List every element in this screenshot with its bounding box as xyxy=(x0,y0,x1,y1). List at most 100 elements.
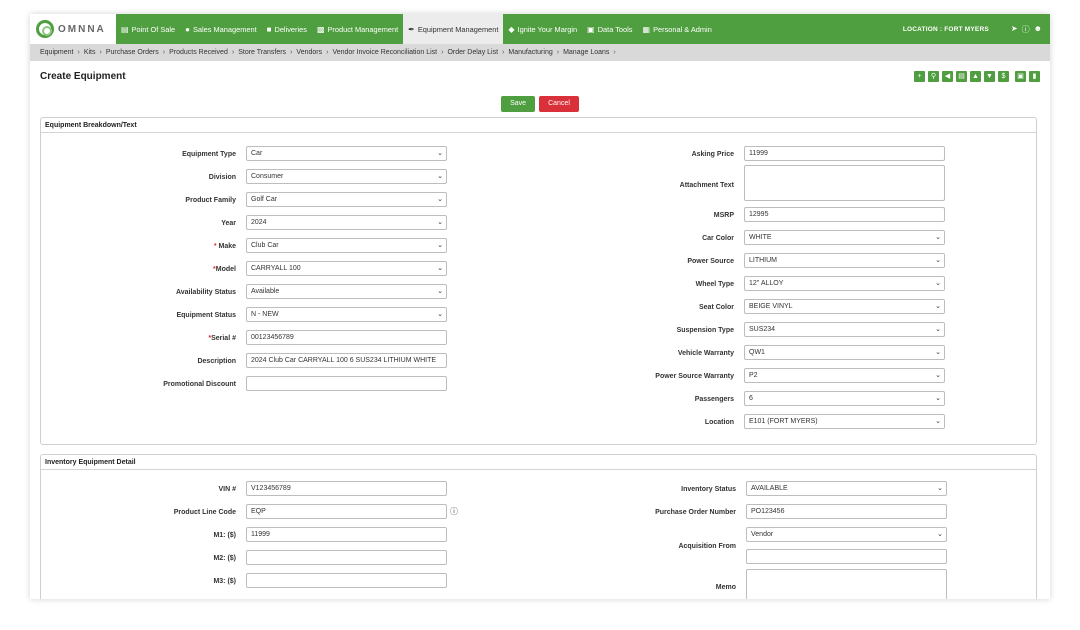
vehicle-warranty-select[interactable]: QW1 ⌄ xyxy=(744,345,945,360)
nav-data-tools[interactable]: ▣ Data Tools xyxy=(582,14,637,44)
power-source-warranty-select[interactable]: P2 ⌄ xyxy=(744,368,945,383)
subnav-store-transfers[interactable]: Store Transfers xyxy=(238,49,286,56)
select-value: SUS234 xyxy=(749,326,776,333)
subnav-purchase-orders[interactable]: Purchase Orders xyxy=(106,49,159,56)
subnav-manage-loans[interactable]: Manage Loans xyxy=(563,49,609,56)
label-text: Vehicle Warranty xyxy=(677,349,734,357)
select-value: 6 xyxy=(749,395,753,402)
equipment-type-select[interactable]: Car ⌄ xyxy=(246,146,447,161)
passengers-select[interactable]: 6 ⌄ xyxy=(744,391,945,406)
availability-status-select[interactable]: Available ⌄ xyxy=(246,284,447,299)
card-icon[interactable]: ▣ xyxy=(1015,70,1026,82)
label-text: Product Family xyxy=(185,196,236,204)
product-line-code-input[interactable]: EQP xyxy=(246,504,447,519)
nav-label: Sales Management xyxy=(192,24,257,34)
purchase-order-number-input[interactable]: PO123456 xyxy=(746,504,947,519)
subnav-order-delay-list[interactable]: Order Delay List xyxy=(447,49,498,56)
field-label: *Model xyxy=(41,266,236,273)
location-select[interactable]: E101 (FORT MYERS) ⌄ xyxy=(744,414,945,429)
acquisition-from-input[interactable] xyxy=(746,549,947,564)
subnav-equipment[interactable]: Equipment xyxy=(40,49,73,56)
select-value: 2024 xyxy=(251,219,267,226)
description-input[interactable]: 2024 Club Car CARRYALL 100 6 SUS234 LITH… xyxy=(246,353,447,368)
user-icon[interactable]: ☻ xyxy=(1034,24,1042,35)
chevron-right-icon: › xyxy=(99,49,102,56)
announcement-icon[interactable]: ➤ xyxy=(1011,24,1018,35)
memo-text-area[interactable] xyxy=(746,569,947,599)
nav-product-management[interactable]: ▩ Product Management xyxy=(312,14,403,44)
chevron-down-icon: ⌄ xyxy=(437,219,443,226)
input-value: 12995 xyxy=(749,211,769,218)
nav-point-of-sale[interactable]: ▤ Point Of Sale xyxy=(116,14,180,44)
msrp-input[interactable]: 12995 xyxy=(744,207,945,222)
nav-personal-admin[interactable]: ▦ Personal & Admin xyxy=(638,14,717,44)
label-text: Power Source Warranty xyxy=(655,372,734,380)
subnav-vendors[interactable]: Vendors xyxy=(296,49,322,56)
nav-label: Deliveries xyxy=(274,24,307,34)
label-text: Acquisition From xyxy=(678,542,736,550)
subnav-manufacturing[interactable]: Manufacturing xyxy=(508,49,552,56)
nav-equipment-management[interactable]: ✒ Equipment Management xyxy=(403,14,504,44)
boxes-icon: ▩ xyxy=(316,24,325,34)
seat-color-select[interactable]: BEIGE VINYL ⌄ xyxy=(744,299,945,314)
cancel-button[interactable]: Cancel xyxy=(539,96,579,112)
division-select[interactable]: Consumer ⌄ xyxy=(246,169,447,184)
m3-input[interactable] xyxy=(246,573,447,588)
logo[interactable]: OMNNA xyxy=(30,14,116,44)
nav-label: Equipment Management xyxy=(417,24,499,34)
field-label: Location xyxy=(541,419,734,426)
print-icon[interactable]: ▤ xyxy=(956,70,967,82)
subnav-kits[interactable]: Kits xyxy=(84,49,96,56)
dollar-icon[interactable]: $ xyxy=(998,70,1009,82)
car-color-select[interactable]: WHITE ⌄ xyxy=(744,230,945,245)
upload-icon[interactable]: ▲ xyxy=(970,70,981,82)
promotional-discount-input[interactable] xyxy=(246,376,447,391)
nav-label: Personal & Admin xyxy=(653,24,712,34)
field-row: *Model xyxy=(41,261,236,277)
m2-input[interactable] xyxy=(246,550,447,565)
model-select[interactable]: CARRYALL 100 ⌄ xyxy=(246,261,447,276)
chevron-down-icon: ⌄ xyxy=(935,372,941,379)
suspension-type-select[interactable]: SUS234 ⌄ xyxy=(744,322,945,337)
subnav-vendor-invoice-reconciliation[interactable]: Vendor Invoice Reconciliation List xyxy=(332,49,437,56)
field-row: Wheel Type xyxy=(541,276,734,292)
label-text: Memo xyxy=(715,583,736,591)
search-icon[interactable]: ⚲ xyxy=(928,70,939,82)
help-icon[interactable]: ⓘ xyxy=(450,506,458,517)
add-icon[interactable]: + xyxy=(914,70,925,82)
wheel-type-select[interactable]: 12" ALLOY ⌄ xyxy=(744,276,945,291)
wrench-icon: ✒ xyxy=(408,24,415,34)
subnav-products-received[interactable]: Products Received xyxy=(169,49,228,56)
input-value: PO123456 xyxy=(751,508,785,515)
save-button[interactable]: Save xyxy=(501,96,536,112)
nav-ignite-your-margin[interactable]: ◆ Ignite Your Margin xyxy=(503,14,582,44)
serial-input[interactable]: 00123456789 xyxy=(246,330,447,345)
bookmark-icon[interactable]: ▮ xyxy=(1029,70,1040,82)
year-select[interactable]: 2024 ⌄ xyxy=(246,215,447,230)
attachment-text-area[interactable] xyxy=(744,165,945,201)
chevron-down-icon: ⌄ xyxy=(937,531,943,538)
vin-input[interactable]: V123456789 xyxy=(246,481,447,496)
nav-deliveries[interactable]: ■ Deliveries xyxy=(262,14,312,44)
location-indicator[interactable]: LOCATION : FORT MYERS xyxy=(903,26,989,33)
help-icon[interactable]: ⓘ xyxy=(1022,24,1030,35)
make-select[interactable]: Club Car ⌄ xyxy=(246,238,447,253)
m1-input[interactable]: 11999 xyxy=(246,527,447,542)
field-label: Purchase Order Number xyxy=(541,509,736,516)
power-source-select[interactable]: LITHIUM ⌄ xyxy=(744,253,945,268)
inventory-status-select[interactable]: AVAILABLE ⌄ xyxy=(746,481,947,496)
asking-price-input[interactable]: 11999 xyxy=(744,146,945,161)
label-text: M1: ($) xyxy=(213,531,236,539)
product-family-select[interactable]: Golf Car ⌄ xyxy=(246,192,447,207)
download-icon[interactable]: ▼ xyxy=(984,70,995,82)
select-value: 12" ALLOY xyxy=(749,280,784,287)
label-text: Make xyxy=(218,242,236,250)
first-icon[interactable]: ◀ xyxy=(942,70,953,82)
chevron-down-icon: ⌄ xyxy=(935,303,941,310)
chevron-down-icon: ⌄ xyxy=(437,265,443,272)
acquisition-from-select[interactable]: Vendor ⌄ xyxy=(746,527,947,542)
nav-sales-management[interactable]: ● Sales Management xyxy=(180,14,262,44)
field-row: Car Color xyxy=(541,230,734,246)
equipment-status-select[interactable]: N - NEW ⌄ xyxy=(246,307,447,322)
input-value: V123456789 xyxy=(251,485,291,492)
